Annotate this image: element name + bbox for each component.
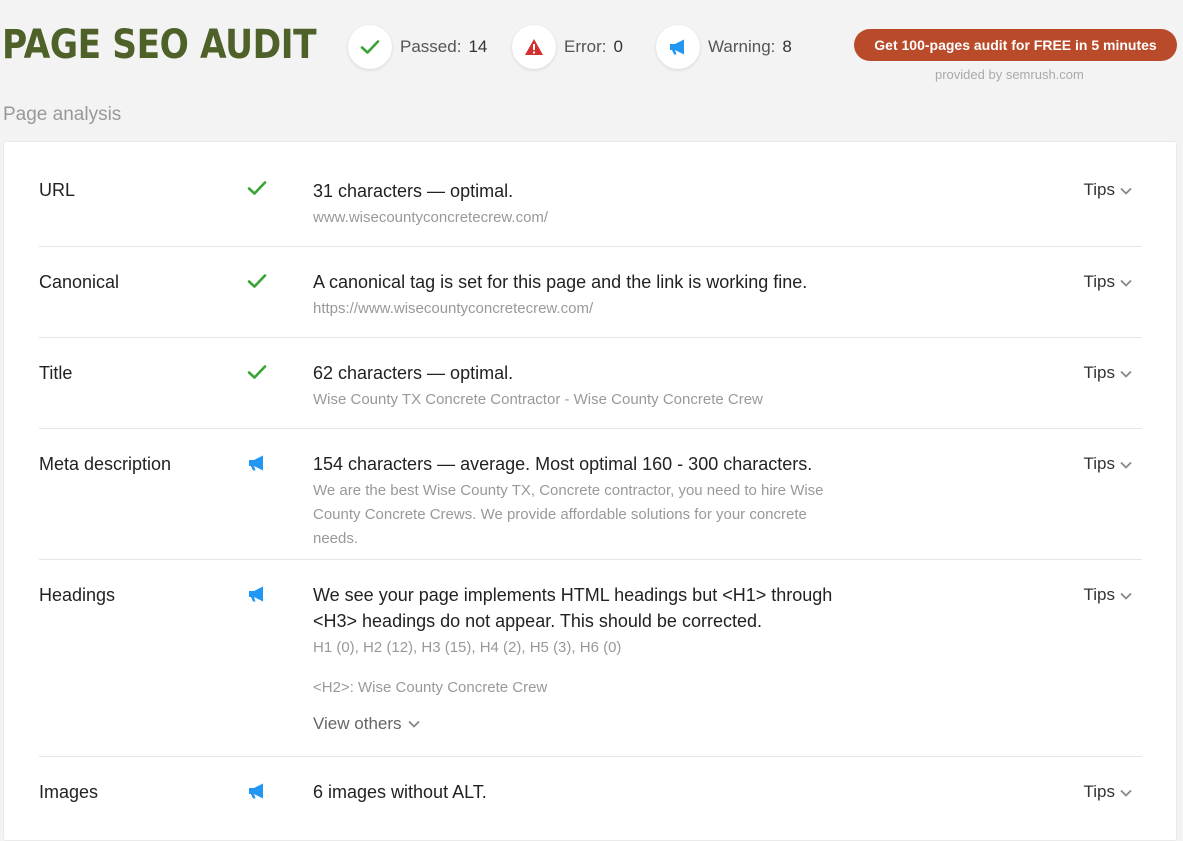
passed-stat: Passed: 14 — [348, 25, 487, 69]
warning-stat: Warning: 8 — [656, 25, 792, 69]
tips-toggle[interactable]: Tips — [1084, 585, 1133, 605]
check-icon — [348, 25, 392, 69]
heading-sample-text: <H2>: Wise County Concrete Crew — [313, 679, 548, 696]
chevron-down-icon — [1120, 592, 1132, 600]
megaphone-icon — [245, 779, 269, 803]
error-count: 0 — [613, 37, 623, 56]
chevron-down-icon — [1120, 187, 1132, 195]
tips-toggle[interactable]: Tips — [1084, 272, 1133, 292]
row-main-text: A canonical tag is set for this page and… — [313, 272, 808, 292]
row-sub-text: H1 (0), H2 (12), H3 (15), H4 (2), H5 (3)… — [313, 639, 622, 656]
row-main-text: 31 characters — optimal. — [313, 181, 514, 201]
row-content: 62 characters — optimal. Wise County TX … — [313, 360, 873, 412]
analysis-row-headings: Headings We see your page implements HTM… — [39, 560, 1142, 757]
check-icon — [245, 360, 269, 384]
analysis-row-meta-description: Meta description 154 characters — averag… — [39, 429, 1142, 560]
row-label: Title — [39, 363, 73, 383]
tips-label: Tips — [1083, 585, 1116, 604]
tips-toggle[interactable]: Tips — [1084, 180, 1133, 200]
row-label: URL — [39, 180, 76, 200]
analysis-row-title: Title 62 characters — optimal. Wise Coun… — [39, 338, 1142, 429]
tips-label: Tips — [1083, 363, 1116, 382]
error-label: Error: — [564, 37, 607, 56]
analysis-panel: URL 31 characters — optimal. www.wisecou… — [3, 141, 1177, 841]
row-content: 154 characters — average. Most optimal 1… — [313, 451, 853, 551]
tips-toggle[interactable]: Tips — [1084, 782, 1133, 802]
row-main-text: We see your page implements HTML heading… — [313, 585, 833, 631]
chevron-down-icon — [407, 720, 420, 728]
passed-label: Passed: — [400, 37, 462, 56]
view-others-button[interactable]: View others — [313, 714, 873, 734]
megaphone-icon — [245, 582, 269, 606]
row-main-text: 154 characters — average. Most optimal 1… — [313, 454, 813, 474]
tips-toggle[interactable]: Tips — [1084, 363, 1133, 383]
check-icon — [245, 176, 269, 200]
megaphone-icon — [656, 25, 700, 69]
row-sub-text: We are the best Wise County TX, Concrete… — [313, 482, 824, 547]
row-label: Images — [39, 782, 99, 802]
page-title: PAGE SEO AUDIT — [2, 22, 317, 68]
free-audit-button[interactable]: Get 100-pages audit for FREE in 5 minute… — [854, 29, 1177, 61]
chevron-down-icon — [1120, 279, 1132, 287]
tips-toggle[interactable]: Tips — [1084, 454, 1133, 474]
row-label: Canonical — [39, 272, 120, 292]
warning-count: 8 — [782, 37, 792, 56]
chevron-down-icon — [1120, 789, 1132, 797]
tips-label: Tips — [1083, 272, 1116, 291]
megaphone-icon — [245, 451, 269, 475]
row-main-text: 6 images without ALT. — [313, 782, 487, 802]
error-stat: Error: 0 — [512, 25, 623, 69]
chevron-down-icon — [1120, 461, 1132, 469]
view-others-label: View others — [313, 714, 402, 733]
tips-label: Tips — [1083, 180, 1116, 199]
row-content: 31 characters — optimal. www.wisecountyc… — [313, 178, 873, 230]
section-heading: Page analysis — [3, 104, 122, 125]
analysis-row-url: URL 31 characters — optimal. www.wisecou… — [39, 142, 1142, 247]
row-content: We see your page implements HTML heading… — [313, 582, 873, 734]
check-icon — [245, 269, 269, 293]
tips-label: Tips — [1083, 454, 1116, 473]
row-label: Meta description — [39, 454, 172, 474]
analysis-row-canonical: Canonical A canonical tag is set for thi… — [39, 247, 1142, 338]
row-content: 6 images without ALT. — [313, 779, 873, 805]
provided-by-text: provided by semrush.com — [935, 67, 1084, 82]
row-main-text: 62 characters — optimal. — [313, 363, 514, 383]
passed-count: 14 — [468, 37, 488, 56]
analysis-row-images: Images 6 images without ALT. Tips — [39, 757, 1142, 827]
row-sub-text: https://www.wisecountyconcretecrew.com/ — [313, 300, 594, 317]
row-label: Headings — [39, 585, 116, 605]
row-sub-text: Wise County TX Concrete Contractor - Wis… — [313, 391, 763, 408]
row-content: A canonical tag is set for this page and… — [313, 269, 933, 321]
warning-triangle-icon — [512, 25, 556, 69]
tips-label: Tips — [1083, 782, 1116, 801]
header: PAGE SEO AUDIT Passed: 14 Error: 0 Warni… — [0, 0, 1183, 100]
row-sub-text: www.wisecountyconcretecrew.com/ — [313, 209, 549, 226]
chevron-down-icon — [1120, 370, 1132, 378]
warning-label: Warning: — [708, 37, 776, 56]
